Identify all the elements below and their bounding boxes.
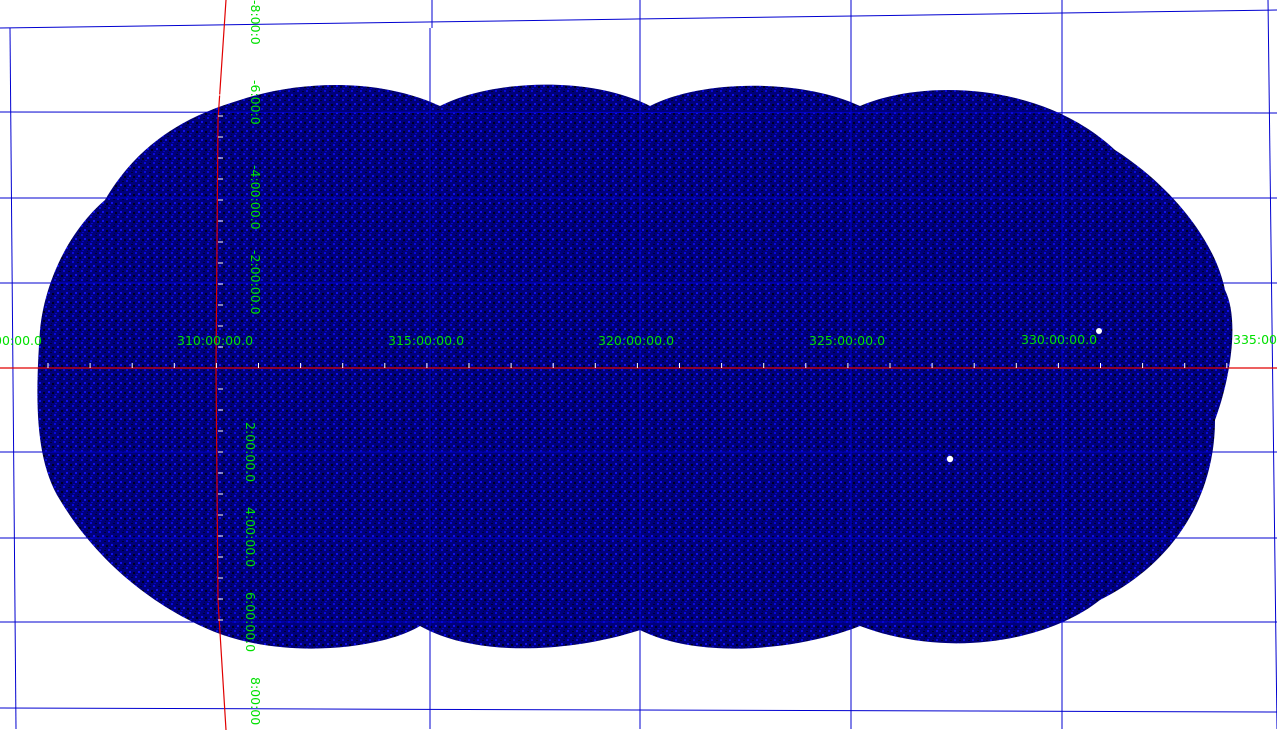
ra-label: 335:00 [1233,332,1277,347]
dec-label: 4:00:00.0 [243,507,258,567]
dec-label: 2:00:00.0 [243,422,258,482]
ra-label: 330:00:00.0 [1021,332,1097,347]
dec-label: 6:00:00.0 [243,592,258,652]
sky-map-canvas[interactable]: 00:00.0 310:00:00.0 315:00:00.0 320:00:0… [0,0,1277,730]
dec-label: -2:00:00.0 [248,250,263,315]
ra-label: 315:00:00.0 [388,333,464,348]
ra-label: 310:00:00.0 [177,333,253,348]
grid-line-dec [0,707,1277,713]
bright-source-1 [1096,328,1102,334]
dec-label: -8:00:0 [248,0,263,45]
bright-source-2 [946,455,954,463]
ra-label: 320:00:00.0 [598,333,674,348]
dec-label: -6:00:0 [248,80,263,125]
dec-label: 8:00:00 [248,677,263,725]
grid-line-dec [0,9,1277,29]
dec-label: -4:00:00.0 [248,165,263,230]
ra-labels: 00:00.0 310:00:00.0 315:00:00.0 320:00:0… [0,332,1277,348]
sky-image-viewer[interactable]: 00:00.0 310:00:00.0 315:00:00.0 320:00:0… [0,0,1277,730]
grid-line-ra [9,27,17,730]
ra-label: 00:00.0 [0,333,42,348]
grid-line-ra [1267,0,1277,730]
grid-line-dec [0,111,1277,114]
ra-label: 325:00:00.0 [809,333,885,348]
